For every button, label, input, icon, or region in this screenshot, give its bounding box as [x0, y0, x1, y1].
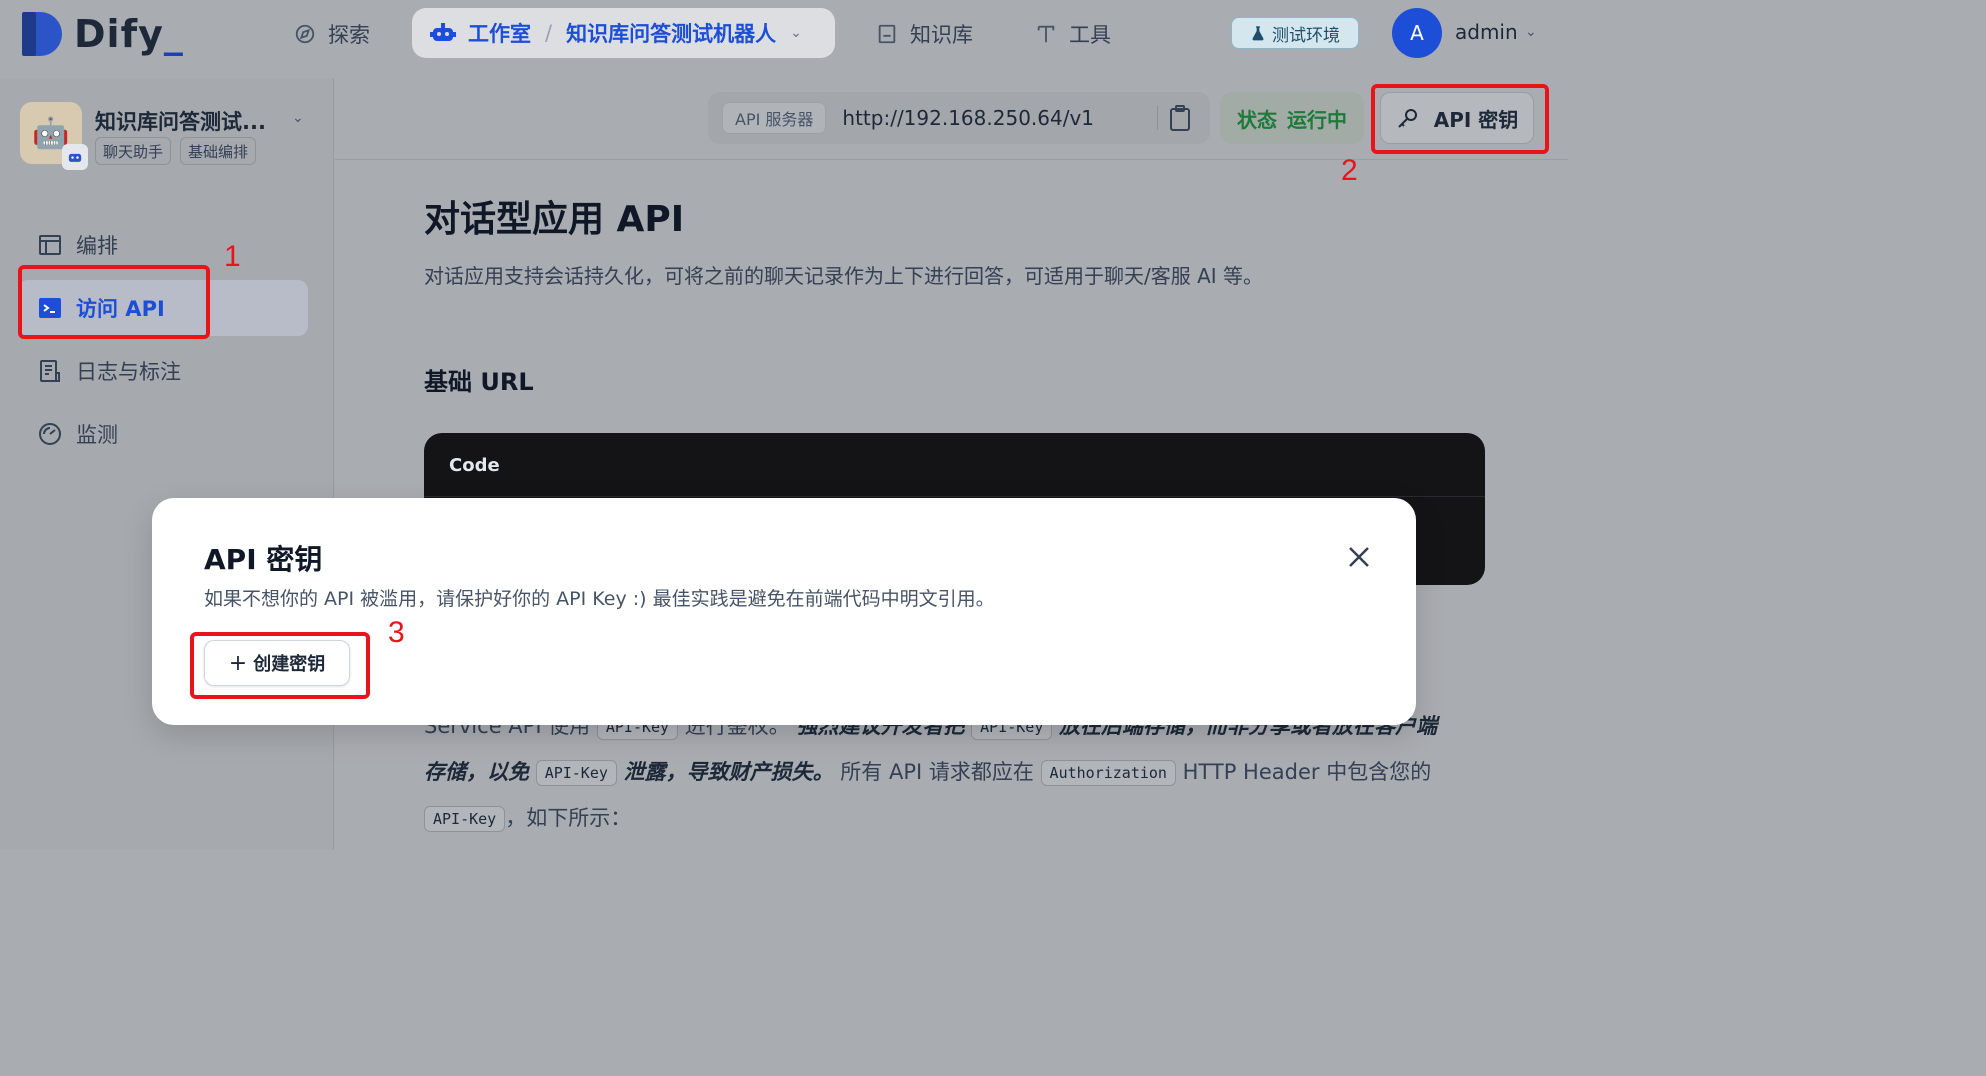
tag-basic-orchestration: 基础编排: [180, 137, 257, 165]
inline-code: API-Key: [535, 760, 617, 786]
book-icon: [878, 24, 896, 44]
annotation-box-3: [190, 632, 370, 699]
text: ，如下所示：: [505, 806, 632, 830]
nav-studio-label[interactable]: 工作室: [468, 18, 531, 48]
api-server-label: API 服务器: [722, 102, 827, 134]
text: 所有 API 请求都应在: [840, 760, 1034, 784]
current-app-name[interactable]: 知识库问答测试机器人: [566, 18, 776, 48]
status-label: 状态: [1237, 107, 1277, 132]
log-icon: [40, 360, 60, 382]
layout-icon: [39, 235, 61, 255]
flask-icon: [1252, 26, 1264, 41]
app-icon: 🤖: [20, 102, 88, 170]
tag-chat-assistant: 聊天助手: [95, 137, 172, 165]
emphasis-text: 存储，以免: [424, 760, 529, 784]
logo-underscore: _: [163, 12, 184, 56]
breadcrumb-separator: /: [545, 21, 553, 45]
test-env-badge: 测试环境: [1231, 17, 1359, 49]
chat-bot-badge-icon: [62, 144, 88, 170]
page-title: 对话型应用 API: [424, 199, 685, 240]
nav-explore[interactable]: 探索: [294, 14, 370, 54]
chevron-down-icon[interactable]: ⌄: [790, 25, 802, 41]
status-value: 运行中: [1287, 107, 1347, 132]
annotation-box-1: [18, 265, 210, 339]
nav-knowledge-label: 知识库: [910, 23, 973, 47]
auth-paragraph-line-3: API-Key ，如下所示：: [424, 802, 631, 832]
inline-code: API-Key: [424, 806, 506, 832]
auth-paragraph-line-2: 存储，以免 API-Key 泄露，导致财产损失。 所有 API 请求都应在 Au…: [424, 756, 1431, 786]
sidebar-item-logs[interactable]: 日志与标注: [18, 343, 308, 399]
nav-tools-label: 工具: [1069, 23, 1111, 47]
modal-description: 如果不想你的 API 被滥用，请保护好你的 API Key :) 最佳实践是避免…: [204, 588, 995, 610]
env-badge-label: 测试环境: [1272, 25, 1340, 46]
modal-title: API 密钥: [204, 543, 323, 576]
sidebar-item-monitoring[interactable]: 监测: [18, 406, 308, 462]
top-navigation-bar: Dify_ 探索 工作室 / 知识库问答测试机器人 ⌄ 知识库 工具 测试环境 …: [0, 0, 1568, 68]
text: HTTP Header 中包含您的: [1182, 760, 1432, 784]
clipboard-icon[interactable]: [1168, 104, 1192, 132]
close-icon[interactable]: [1344, 542, 1374, 572]
annotation-number-3: 3: [388, 616, 405, 649]
app-name[interactable]: 知识库问答测试...: [95, 106, 266, 136]
page-description: 对话应用支持会话持久化，可将之前的聊天记录作为上下进行回答，可适用于聊天/客服 …: [424, 264, 1264, 288]
annotation-number-1: 1: [224, 240, 241, 273]
robot-icon: [430, 23, 456, 41]
user-name[interactable]: admin: [1455, 20, 1518, 44]
nav-knowledge[interactable]: 知识库: [876, 14, 973, 54]
tools-icon: [1037, 25, 1055, 43]
app-sidebar: 🤖 知识库问答测试... ⌄ 聊天助手 基础编排 编排 访问 API 日志与标注…: [0, 78, 334, 850]
compass-icon: [295, 24, 315, 44]
nav-studio-breadcrumb[interactable]: 工作室 / 知识库问答测试机器人 ⌄: [412, 8, 835, 58]
status-indicator: 状态 运行中: [1220, 92, 1364, 144]
gauge-icon: [39, 423, 61, 445]
sidebar-item-label: 编排: [76, 234, 118, 258]
nav-explore-label: 探索: [328, 23, 370, 47]
main-content: API 服务器 http://192.168.250.64/v1 状态 运行中 …: [335, 78, 1568, 850]
sidebar-item-label: 日志与标注: [76, 360, 181, 384]
emphasis-text: 泄露，导致财产损失。: [623, 760, 834, 784]
code-label: Code: [424, 433, 1485, 497]
dify-logo[interactable]: Dify_: [22, 12, 184, 56]
annotation-number-2: 2: [1341, 154, 1358, 187]
avatar[interactable]: A: [1392, 8, 1442, 58]
logo-text: Dify: [74, 12, 164, 56]
chevron-down-icon[interactable]: ⌄: [1525, 24, 1537, 40]
api-server-box: API 服务器 http://192.168.250.64/v1: [708, 92, 1210, 144]
divider: [1157, 106, 1158, 130]
base-url-heading: 基础 URL: [424, 368, 534, 396]
chevron-down-icon[interactable]: ⌄: [292, 110, 304, 126]
nav-tools[interactable]: 工具: [1035, 14, 1111, 54]
sidebar-item-label: 监测: [76, 423, 118, 447]
inline-code: Authorization: [1040, 760, 1176, 786]
dify-logo-icon: [22, 12, 62, 56]
api-server-url[interactable]: http://192.168.250.64/v1: [842, 106, 1094, 130]
annotation-box-2: [1371, 84, 1549, 154]
